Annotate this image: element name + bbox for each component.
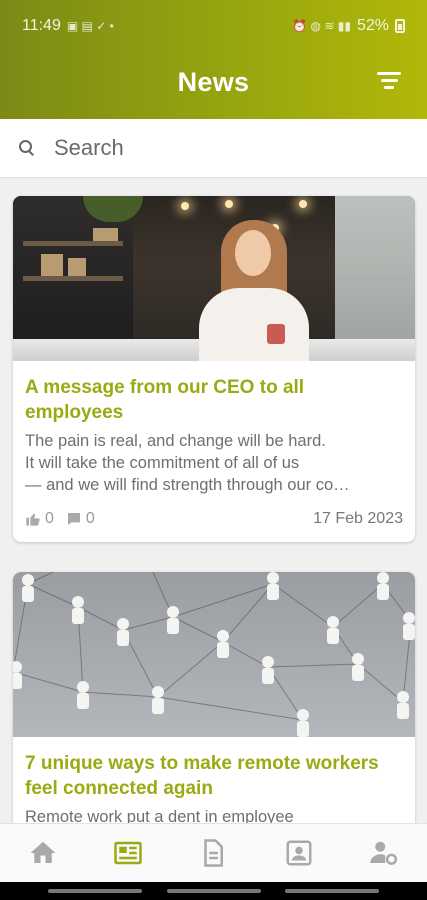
article-image xyxy=(13,196,415,361)
page-title: News xyxy=(177,66,250,97)
battery-percent: 52% xyxy=(356,17,389,34)
status-time: 11:49 xyxy=(22,17,61,34)
filter-icon[interactable] xyxy=(377,72,401,90)
article-card[interactable]: A message from our CEO to all employees … xyxy=(13,196,415,542)
nav-gesture[interactable] xyxy=(48,889,142,893)
notification-icons: ▣ ▤ ✓ • xyxy=(66,19,114,33)
search-icon xyxy=(16,137,38,159)
user-settings-icon xyxy=(370,841,398,865)
news-feed: A message from our CEO to all employees … xyxy=(0,178,427,823)
system-navigation-bar xyxy=(0,882,427,900)
nav-gesture[interactable] xyxy=(285,889,379,893)
search-input[interactable] xyxy=(54,135,374,161)
article-title[interactable]: A message from our CEO to all employees xyxy=(13,361,415,425)
bottom-nav xyxy=(0,823,427,882)
excerpt-line: The pain is real, and change will be har… xyxy=(25,432,326,450)
status-bar: 11:49 ▣ ▤ ✓ • ⏰ ◍ ≋ ▮▮ 52% xyxy=(0,0,427,52)
title-row: News xyxy=(0,52,427,112)
search-bar xyxy=(0,119,427,178)
article-excerpt: Remote work put a dent in employee xyxy=(13,801,415,823)
excerpt-line: It will take the commitment of all of us xyxy=(25,454,300,472)
like-button[interactable]: 0 xyxy=(25,510,54,528)
status-right: ⏰ ◍ ≋ ▮▮ 52% xyxy=(292,17,405,35)
article-meta: 0 0 17 Feb 2023 xyxy=(25,510,403,528)
excerpt-line: Remote work put a dent in employee xyxy=(25,808,294,823)
thumbs-up-icon xyxy=(26,513,40,526)
article-date: 17 Feb 2023 xyxy=(313,510,403,527)
nav-profile[interactable] xyxy=(269,833,329,873)
nav-user-settings[interactable] xyxy=(354,833,414,873)
article-image xyxy=(13,572,415,737)
signal-icons: ⏰ ◍ ≋ ▮▮ xyxy=(292,19,351,33)
app-header: 11:49 ▣ ▤ ✓ • ⏰ ◍ ≋ ▮▮ 52% News xyxy=(0,0,427,119)
status-left: 11:49 ▣ ▤ ✓ • xyxy=(22,17,114,35)
profile-card-icon xyxy=(286,840,312,866)
comment-button[interactable]: 0 xyxy=(66,510,95,528)
article-excerpt: The pain is real, and change will be har… xyxy=(13,425,415,496)
article-card[interactable]: 7 unique ways to make remote workers fee… xyxy=(13,572,415,823)
nav-gesture[interactable] xyxy=(166,889,261,893)
comment-icon xyxy=(67,513,80,525)
news-icon xyxy=(114,841,142,865)
home-icon xyxy=(30,841,56,863)
excerpt-line: — and we will find strength through our … xyxy=(25,476,350,494)
like-count: 0 xyxy=(45,510,54,527)
battery-icon xyxy=(395,19,405,33)
nav-news[interactable] xyxy=(98,833,158,873)
comment-count: 0 xyxy=(85,510,95,527)
nav-documents[interactable] xyxy=(183,833,243,873)
nav-home[interactable] xyxy=(13,833,73,873)
article-title[interactable]: 7 unique ways to make remote workers fee… xyxy=(13,737,415,801)
document-icon xyxy=(204,839,224,867)
